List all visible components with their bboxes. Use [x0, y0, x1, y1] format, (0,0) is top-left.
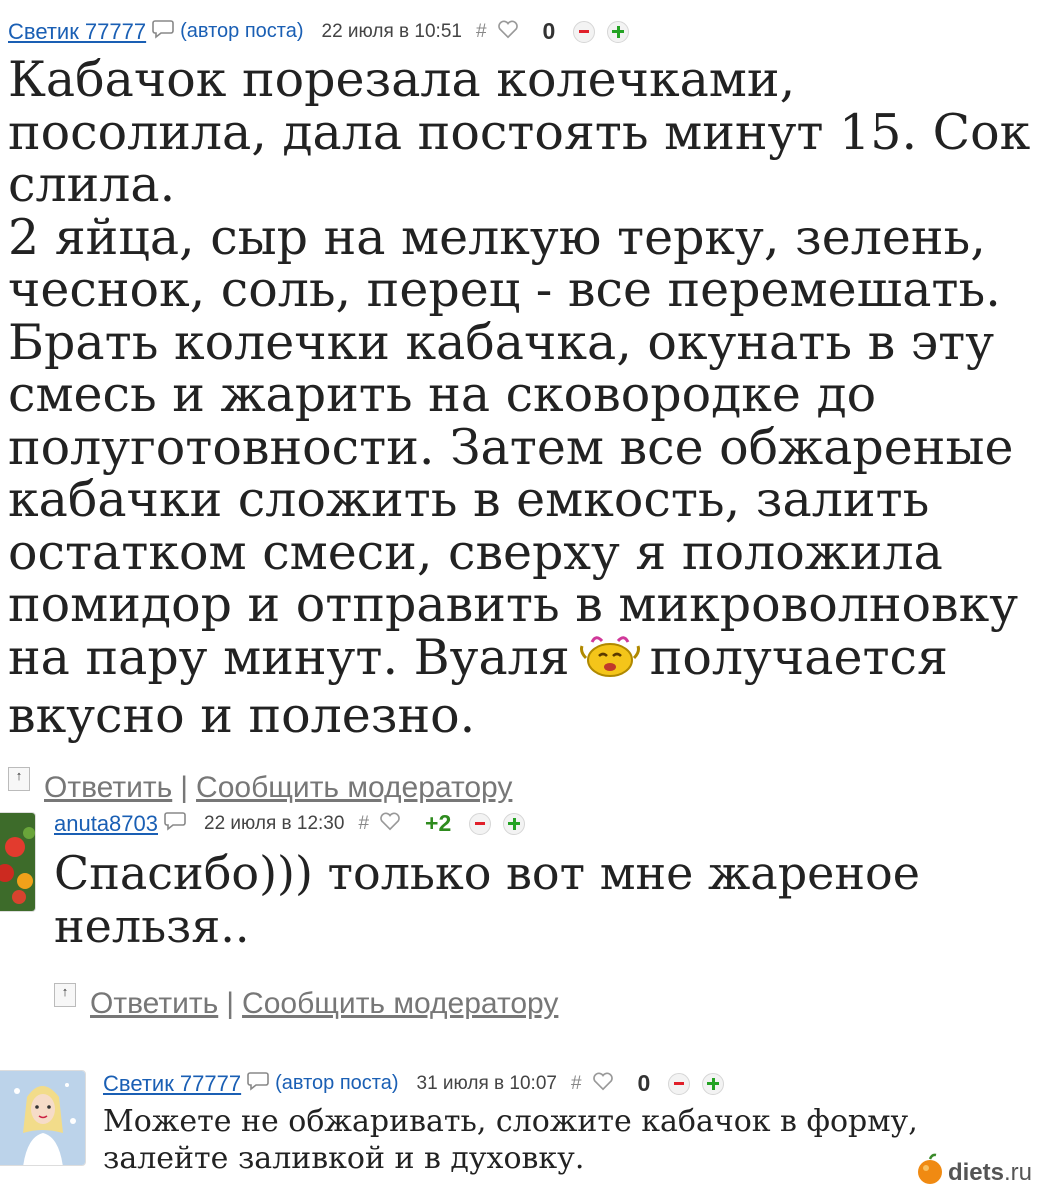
comment-meta: anuta8703 22 июля в 12:30 # +2	[54, 810, 1040, 837]
permalink-hash[interactable]: #	[476, 21, 487, 43]
apple-logo-icon	[916, 1153, 944, 1192]
minus-icon	[674, 1082, 685, 1085]
vote-minus-button[interactable]	[668, 1072, 691, 1095]
author-tag: (автор поста)	[275, 1072, 399, 1094]
separator: |	[180, 770, 189, 804]
report-link[interactable]: Сообщить модератору	[242, 987, 558, 1021]
vote-plus-button[interactable]	[702, 1072, 725, 1095]
plus-icon	[612, 25, 625, 38]
permalink-hash[interactable]: #	[358, 813, 369, 835]
comment-date: 22 июля в 10:51	[321, 20, 462, 42]
vote-minus-button[interactable]	[469, 812, 492, 835]
comment-text: Можете не обжаривать, сложите кабачок в …	[103, 1104, 918, 1176]
comment-actions: ↑ Ответить | Сообщить модератору	[8, 766, 1040, 805]
vote-plus-button[interactable]	[607, 20, 630, 43]
comment-text: Спасибо))) только вот мне жареное нельзя…	[54, 846, 920, 953]
score-value: 0	[542, 18, 556, 44]
comment-3: Светик 77777 (автор поста) 31 июля в 10:…	[103, 1070, 1040, 1177]
comment-date: 31 июля в 10:07	[416, 1072, 557, 1094]
message-icon[interactable]	[152, 19, 174, 44]
plus-icon	[707, 1077, 720, 1090]
report-link[interactable]: Сообщить модератору	[196, 771, 512, 805]
separator: |	[226, 987, 235, 1020]
comment-meta: Светик 77777 (автор поста) 22 июля в 10:…	[8, 18, 1040, 45]
comment-text-part-1: Кабачок порезала колечками, посолила, да…	[8, 51, 1031, 686]
smiley-icon	[578, 632, 642, 691]
vote-minus-button[interactable]	[573, 20, 596, 43]
comment-meta: Светик 77777 (автор поста) 31 июля в 10:…	[103, 1070, 1040, 1097]
score-value: 0	[637, 1070, 651, 1096]
message-icon[interactable]	[247, 1071, 269, 1096]
plus-icon	[508, 817, 521, 830]
permalink-hash[interactable]: #	[571, 1073, 582, 1095]
comment-date: 22 июля в 12:30	[204, 812, 345, 834]
scroll-up-button[interactable]: ↑	[54, 983, 76, 1007]
author-link[interactable]: Светик 77777	[8, 19, 146, 45]
avatar[interactable]	[0, 812, 36, 912]
avatar[interactable]	[0, 1070, 86, 1166]
watermark-tld: .ru	[1003, 1158, 1032, 1186]
author-link[interactable]: Светик 77777	[103, 1071, 241, 1097]
comment-actions: ↑ Ответить | Сообщить модератору	[54, 983, 1040, 1021]
site-watermark: diets .ru	[916, 1153, 1032, 1192]
minus-icon	[475, 822, 486, 825]
heart-icon[interactable]	[497, 19, 519, 44]
message-icon[interactable]	[164, 811, 186, 836]
comment-2: anuta8703 22 июля в 12:30 # +2 Спасибо))…	[54, 810, 1040, 1021]
watermark-name: diets	[947, 1158, 1004, 1186]
scroll-up-button[interactable]: ↑	[8, 766, 30, 791]
score-value: +2	[425, 810, 452, 836]
comment-text: Кабачок порезала колечками, посолила, да…	[8, 51, 1038, 743]
reply-link[interactable]: Ответить	[44, 771, 172, 805]
author-tag: (автор поста)	[180, 20, 304, 42]
author-link[interactable]: anuta8703	[54, 811, 158, 837]
reply-link[interactable]: Ответить	[90, 987, 218, 1021]
vote-plus-button[interactable]	[503, 812, 526, 835]
heart-icon[interactable]	[592, 1071, 614, 1096]
comment-1: Светик 77777 (автор поста) 22 июля в 10:…	[8, 18, 1040, 805]
heart-icon[interactable]	[379, 811, 401, 836]
minus-icon	[579, 30, 590, 33]
